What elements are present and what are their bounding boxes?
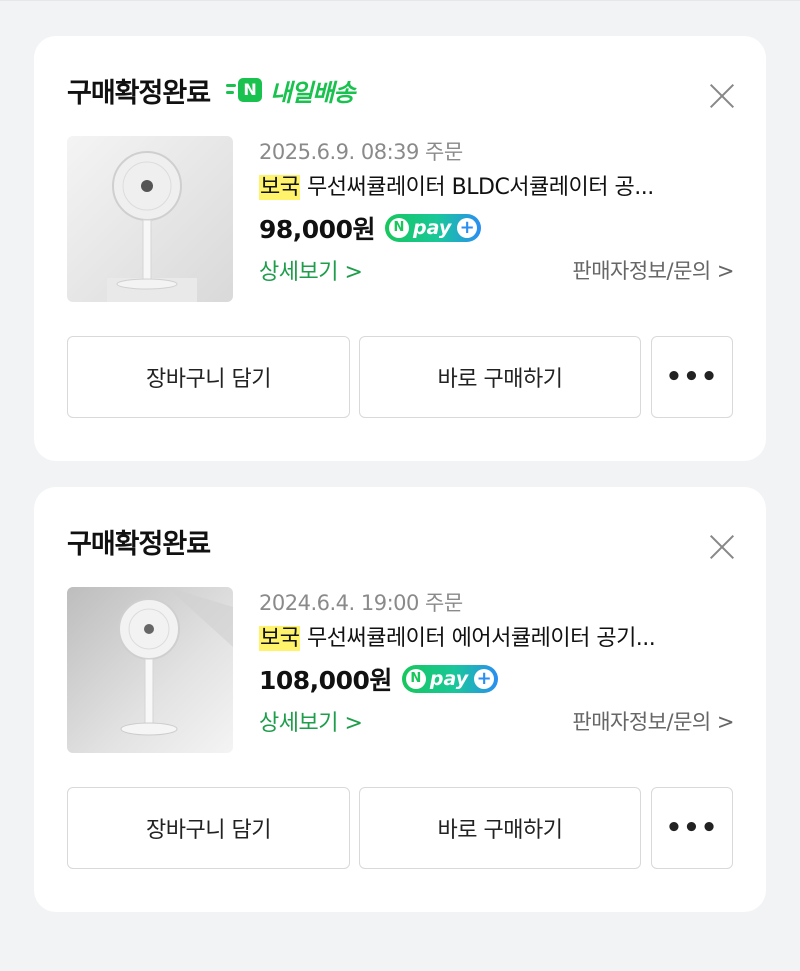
- product-title[interactable]: 보국 무선써큘레이터 BLDC서큘레이터 공...: [259, 168, 734, 208]
- add-to-cart-button[interactable]: 장바구니 담기: [67, 336, 350, 418]
- order-status: 구매확정완료: [67, 77, 211, 109]
- product-image[interactable]: [67, 136, 233, 302]
- npay-plus-badge: N pay +: [401, 665, 499, 693]
- close-icon[interactable]: [708, 533, 736, 561]
- brand-name: 보국: [259, 175, 301, 200]
- order-date: 2025.6.9. 08:39 주문: [259, 140, 463, 164]
- delivery-label: 내일배송: [270, 78, 355, 107]
- product-name: 무선써큘레이터 BLDC서큘레이터 공...: [306, 175, 654, 200]
- brand-name: 보국: [259, 626, 301, 651]
- order-status-row: 구매확정완료: [67, 521, 211, 561]
- more-options-button[interactable]: •••: [651, 336, 733, 418]
- order-card: 구매확정완료 2024.6.4. 19:00 주문 보국 무선써큘레이터 에어서…: [34, 487, 766, 912]
- links-row: 상세보기 > 판매자정보/문의 >: [259, 248, 734, 292]
- detail-link[interactable]: 상세보기 >: [259, 254, 363, 286]
- seller-info-link[interactable]: 판매자정보/문의 >: [572, 706, 734, 736]
- plus-icon: +: [474, 669, 495, 689]
- price: 108,000원: [259, 666, 392, 695]
- plus-icon: +: [457, 218, 478, 238]
- npay-plus-badge: N pay +: [384, 214, 482, 242]
- product-name: 무선써큘레이터 에어서큘레이터 공기...: [306, 626, 656, 651]
- npay-n-icon: N: [388, 218, 409, 238]
- buy-now-button[interactable]: 바로 구매하기: [359, 336, 641, 418]
- order-status: 구매확정완료: [67, 528, 211, 560]
- price-row: 98,000원 N pay +: [259, 208, 734, 248]
- links-row: 상세보기 > 판매자정보/문의 >: [259, 699, 734, 743]
- truck-icon: N: [226, 75, 264, 105]
- price: 98,000원: [259, 215, 375, 244]
- close-icon[interactable]: [708, 82, 736, 110]
- top-divider: [0, 0, 800, 11]
- order-status-row: 구매확정완료 N 내일배송: [67, 70, 355, 110]
- order-info: 2025.6.9. 08:39 주문 보국 무선써큘레이터 BLDC서큘레이터 …: [259, 136, 734, 292]
- product-image[interactable]: [67, 587, 233, 753]
- buy-now-button[interactable]: 바로 구매하기: [359, 787, 641, 869]
- delivery-badge: N 내일배송: [226, 73, 355, 108]
- order-info: 2024.6.4. 19:00 주문 보국 무선써큘레이터 에어서큘레이터 공기…: [259, 587, 734, 743]
- order-card: 구매확정완료 N 내일배송 2025.6.9. 08:39 주문 보국 무선써큘…: [34, 36, 766, 461]
- order-date: 2024.6.4. 19:00 주문: [259, 591, 463, 615]
- npay-label: pay: [429, 668, 469, 690]
- seller-info-link[interactable]: 판매자정보/문의 >: [572, 255, 734, 285]
- price-row: 108,000원 N pay +: [259, 659, 734, 699]
- detail-link[interactable]: 상세보기 >: [259, 705, 363, 737]
- npay-n-icon: N: [405, 669, 426, 689]
- npay-label: pay: [412, 217, 452, 239]
- more-options-button[interactable]: •••: [651, 787, 733, 869]
- product-title[interactable]: 보국 무선써큘레이터 에어서큘레이터 공기...: [259, 619, 734, 659]
- add-to-cart-button[interactable]: 장바구니 담기: [67, 787, 350, 869]
